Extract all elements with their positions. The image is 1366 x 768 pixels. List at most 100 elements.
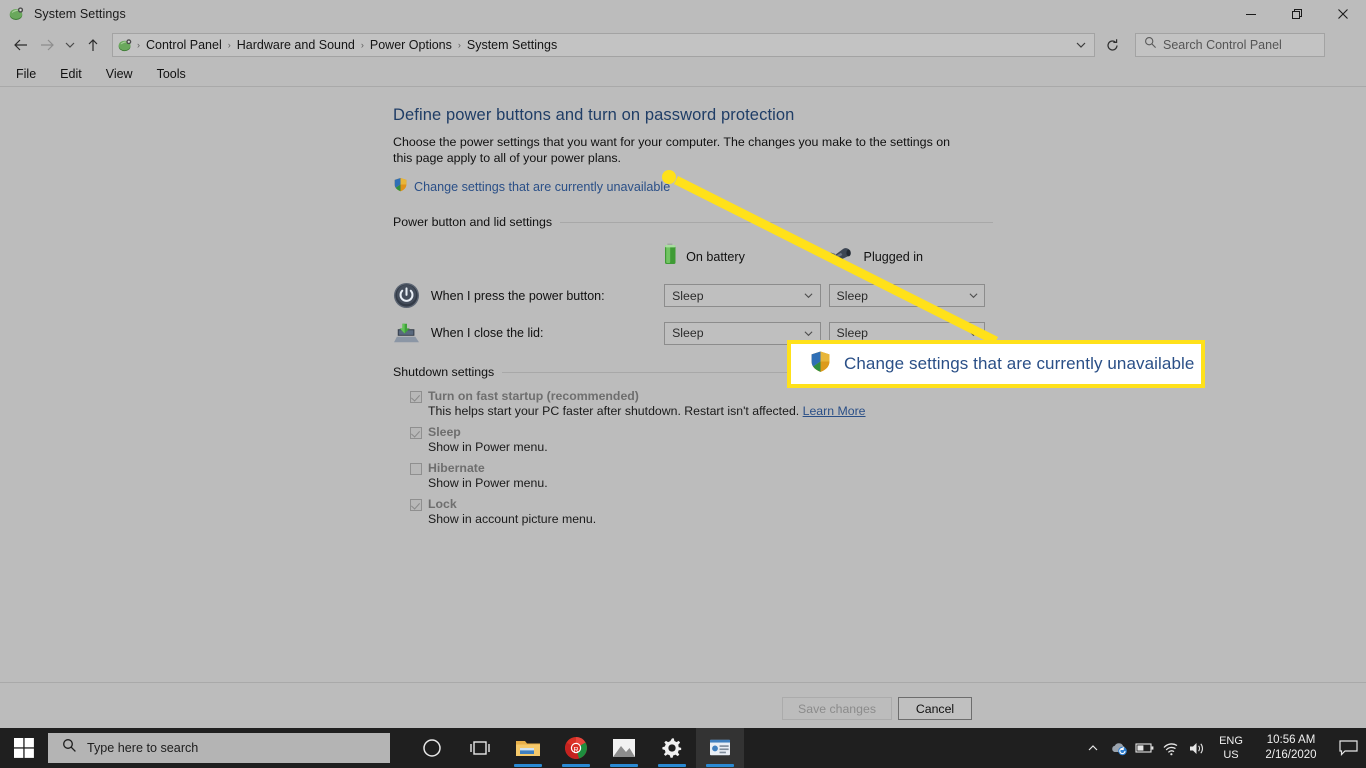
lock-checkbox[interactable] bbox=[410, 499, 422, 511]
menu-item-view[interactable]: View bbox=[94, 65, 145, 83]
hibernate-checkbox[interactable] bbox=[410, 463, 422, 475]
clock-time: 10:56 AM bbox=[1266, 734, 1316, 746]
breadcrumb-separator: › bbox=[457, 40, 461, 50]
menu-item-edit[interactable]: Edit bbox=[48, 65, 94, 83]
task-view-icon[interactable] bbox=[456, 728, 504, 768]
close-lid-label: When I close the lid: bbox=[430, 326, 544, 340]
breadcrumb-separator: › bbox=[227, 40, 231, 50]
volume-icon[interactable] bbox=[1184, 728, 1210, 768]
photos-icon[interactable] bbox=[600, 728, 648, 768]
sleep-label: Sleep bbox=[428, 425, 461, 439]
window-title: System Settings bbox=[34, 7, 126, 21]
callout-text: Change settings that are currently unava… bbox=[844, 354, 1195, 373]
checkbox-row-fast-startup[interactable]: Turn on fast startup (recommended) bbox=[393, 389, 993, 403]
chevron-down-icon bbox=[962, 285, 984, 306]
fast-startup-description-text: This helps start your PC faster after sh… bbox=[428, 404, 800, 418]
hibernate-description: Show in Power menu. bbox=[428, 476, 548, 490]
power-section-heading: Power button and lid settings bbox=[393, 215, 993, 229]
breadcrumb-item-power-options[interactable]: Power Options bbox=[367, 38, 455, 52]
refresh-button[interactable] bbox=[1099, 33, 1125, 57]
taskbar: Type here to search R ENG US 10:56 AM 2/… bbox=[0, 728, 1366, 768]
cortana-icon[interactable] bbox=[408, 728, 456, 768]
file-explorer-icon[interactable] bbox=[504, 728, 552, 768]
power-button-label: When I press the power button: bbox=[430, 288, 605, 303]
search-input[interactable]: Search Control Panel bbox=[1135, 33, 1325, 57]
checkbox-row-lock[interactable]: Lock bbox=[393, 497, 993, 511]
breadcrumb-item-control-panel[interactable]: Control Panel bbox=[143, 38, 225, 52]
lock-label: Lock bbox=[428, 497, 457, 511]
forward-button[interactable] bbox=[34, 32, 60, 58]
menu-bar: File Edit View Tools bbox=[0, 62, 1366, 86]
power-column-headers: On battery Plugged in bbox=[393, 243, 993, 270]
start-button[interactable] bbox=[0, 728, 48, 768]
clock[interactable]: 10:56 AM 2/16/2020 bbox=[1252, 728, 1330, 768]
save-changes-button[interactable]: Save changes bbox=[782, 697, 892, 720]
breadcrumb-separator: › bbox=[360, 40, 364, 50]
power-section-label: Power button and lid settings bbox=[393, 215, 553, 229]
cancel-button[interactable]: Cancel bbox=[898, 697, 972, 720]
minimize-button[interactable] bbox=[1228, 0, 1274, 28]
back-button[interactable] bbox=[8, 32, 34, 58]
breadcrumb-item-system-settings[interactable]: System Settings bbox=[464, 38, 560, 52]
change-settings-link-row[interactable]: Change settings that are currently unava… bbox=[393, 177, 993, 197]
search-icon bbox=[1144, 36, 1157, 54]
close-button[interactable] bbox=[1320, 0, 1366, 28]
power-plug-icon bbox=[829, 245, 855, 268]
restore-button[interactable] bbox=[1274, 0, 1320, 28]
system-tray: ENG US 10:56 AM 2/16/2020 bbox=[1080, 728, 1366, 768]
fast-startup-label: Turn on fast startup (recommended) bbox=[428, 389, 639, 403]
chevron-down-icon[interactable] bbox=[1072, 34, 1090, 56]
annotation-callout: Change settings that are currently unava… bbox=[787, 340, 1205, 388]
laptop-lid-icon bbox=[393, 321, 431, 345]
fast-startup-checkbox[interactable] bbox=[410, 391, 422, 403]
show-hidden-icons-chevron-up-icon[interactable] bbox=[1080, 728, 1106, 768]
uac-shield-icon bbox=[393, 177, 408, 197]
control-panel-icon bbox=[117, 37, 134, 54]
chevron-down-icon bbox=[798, 285, 820, 306]
wifi-icon[interactable] bbox=[1158, 728, 1184, 768]
control-panel-icon bbox=[8, 5, 26, 23]
learn-more-link[interactable]: Learn More bbox=[803, 404, 866, 418]
menu-item-file[interactable]: File bbox=[4, 65, 48, 83]
column-plugged-in: Plugged in bbox=[829, 245, 993, 268]
shutdown-section-label: Shutdown settings bbox=[393, 365, 495, 379]
recent-locations-button[interactable] bbox=[60, 32, 80, 58]
up-button[interactable] bbox=[80, 32, 106, 58]
column-on-battery: On battery bbox=[664, 243, 828, 270]
dialog-footer: Save changes Cancel bbox=[0, 682, 1366, 728]
uac-shield-icon bbox=[809, 350, 832, 378]
svg-text:R: R bbox=[573, 747, 578, 754]
on-battery-label: On battery bbox=[686, 249, 745, 264]
page-title: Define power buttons and turn on passwor… bbox=[393, 106, 795, 124]
checkbox-row-sleep[interactable]: Sleep bbox=[393, 425, 993, 439]
title-bar: System Settings bbox=[0, 0, 1366, 28]
control-panel-icon[interactable] bbox=[696, 728, 744, 768]
setting-row-power-button: When I press the power button: Sleep Sle… bbox=[393, 282, 993, 309]
battery-icon[interactable] bbox=[1132, 728, 1158, 768]
search-icon bbox=[62, 738, 77, 758]
menu-item-tools[interactable]: Tools bbox=[145, 65, 198, 83]
taskbar-icons: R bbox=[408, 728, 744, 768]
power-button-on-battery-dropdown[interactable]: Sleep bbox=[664, 284, 821, 307]
section-divider bbox=[560, 221, 993, 223]
change-settings-link[interactable]: Change settings that are currently unava… bbox=[414, 180, 670, 194]
onedrive-sync-icon[interactable] bbox=[1106, 728, 1132, 768]
breadcrumb-separator: › bbox=[137, 40, 140, 50]
clock-date: 2/16/2020 bbox=[1265, 749, 1317, 761]
fast-startup-description: This helps start your PC faster after sh… bbox=[393, 404, 993, 418]
dropdown-value: Sleep bbox=[672, 288, 704, 303]
settings-gear-icon[interactable] bbox=[648, 728, 696, 768]
power-button-plugged-in-dropdown[interactable]: Sleep bbox=[828, 284, 986, 307]
address-bar: › Control Panel › Hardware and Sound › P… bbox=[0, 28, 1366, 62]
sleep-description: Show in Power menu. bbox=[428, 440, 548, 454]
notification-center-icon[interactable] bbox=[1330, 728, 1366, 768]
taskbar-search-input[interactable]: Type here to search bbox=[48, 733, 390, 763]
language-indicator[interactable]: ENG US bbox=[1210, 728, 1252, 768]
breadcrumb[interactable]: › Control Panel › Hardware and Sound › P… bbox=[112, 33, 1095, 57]
checkbox-row-hibernate[interactable]: Hibernate bbox=[393, 461, 993, 475]
language-line-1: ENG bbox=[1219, 735, 1243, 747]
google-chrome-icon[interactable]: R bbox=[552, 728, 600, 768]
search-placeholder: Search Control Panel bbox=[1163, 38, 1282, 52]
breadcrumb-item-hardware-and-sound[interactable]: Hardware and Sound bbox=[234, 38, 358, 52]
sleep-checkbox[interactable] bbox=[410, 427, 422, 439]
